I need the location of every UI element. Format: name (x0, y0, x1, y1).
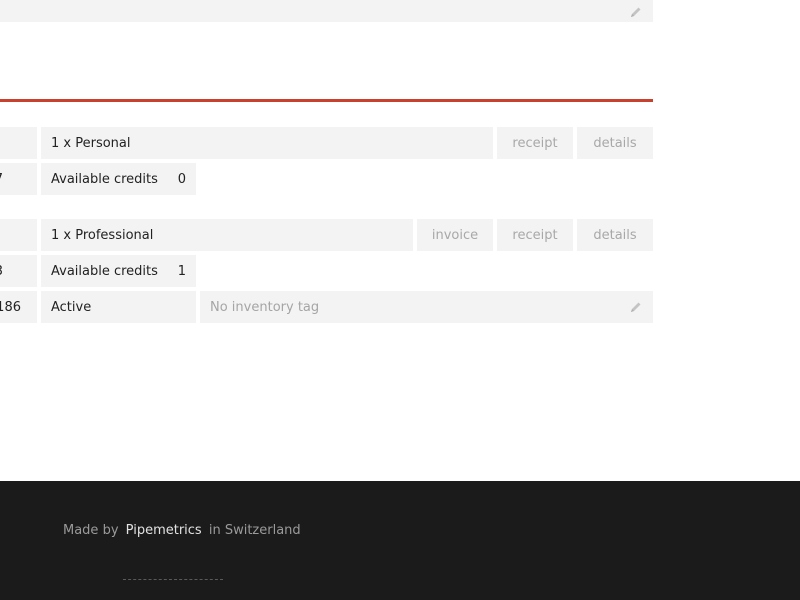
order2-left-cell (0, 219, 37, 251)
order1-details-button[interactable]: details (577, 127, 653, 159)
footer-divider (123, 579, 223, 580)
order2-receipt-button[interactable]: receipt (497, 219, 573, 251)
order1-left-cell (0, 127, 37, 159)
footer-made-by: Made by (63, 523, 119, 538)
pencil-icon[interactable] (629, 300, 643, 314)
top-field[interactable] (0, 0, 653, 22)
pencil-icon[interactable] (629, 5, 643, 19)
order2-status-cell: Active (41, 291, 196, 323)
order1-left-value: 7 (0, 172, 3, 187)
order2-item: 1 x Professional (51, 227, 154, 243)
footer: Made by Pipemetrics in Switzerland (0, 481, 800, 600)
footer-location: in Switzerland (208, 523, 301, 538)
page: 1 x Personal receipt details 7 Available… (0, 0, 800, 600)
order1-credits-cell: Available credits 0 (41, 163, 196, 195)
order1-credits-value: 0 (177, 171, 186, 187)
order2-item-cell: 1 x Professional (41, 219, 413, 251)
order2-details-button[interactable]: details (577, 219, 653, 251)
order2-invoice-button[interactable]: invoice (417, 219, 493, 251)
footer-brand-link[interactable]: Pipemetrics (126, 523, 202, 538)
order2-inventory-field[interactable]: No inventory tag (200, 291, 653, 323)
order2-left-value-cell-2: 186 (0, 291, 37, 323)
order1-credits-label: Available credits (51, 171, 158, 187)
order2-left-value: 3 (0, 264, 3, 279)
order1-receipt-button[interactable]: receipt (497, 127, 573, 159)
order2-left-value-2: 186 (0, 299, 21, 315)
footer-credit: Made by Pipemetrics in Switzerland (63, 523, 301, 538)
inventory-tag-placeholder: No inventory tag (210, 299, 320, 315)
order1-item: 1 x Personal (51, 135, 131, 151)
section-divider (0, 99, 653, 102)
order1-item-cell: 1 x Personal (41, 127, 493, 159)
order2-credits-cell: Available credits 1 (41, 255, 196, 287)
order2-left-value-cell: 3 (0, 255, 37, 287)
order2-status: Active (51, 299, 92, 315)
order1-left-value-cell: 7 (0, 163, 37, 195)
order2-credits-value: 1 (177, 263, 186, 279)
order2-credits-label: Available credits (51, 263, 158, 279)
